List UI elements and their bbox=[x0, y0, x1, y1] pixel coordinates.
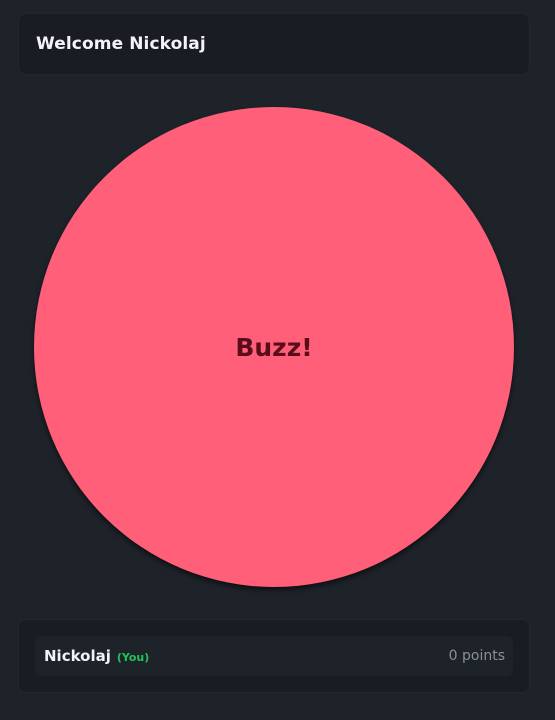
buzz-button-label: Buzz! bbox=[235, 332, 313, 362]
player-row: Nickolaj (You) 0 points bbox=[35, 636, 513, 676]
buzzer-page: Welcome Nickolaj Buzz! Nickolaj (You) 0 … bbox=[0, 0, 555, 720]
welcome-title: Welcome Nickolaj bbox=[36, 34, 206, 54]
buzz-button[interactable]: Buzz! bbox=[34, 107, 514, 587]
you-badge: (You) bbox=[116, 651, 150, 664]
players-card: Nickolaj (You) 0 points bbox=[18, 619, 530, 693]
player-info: Nickolaj (You) bbox=[44, 647, 149, 665]
player-name: Nickolaj bbox=[44, 647, 111, 665]
header-card: Welcome Nickolaj bbox=[18, 13, 530, 75]
player-points: 0 points bbox=[448, 648, 505, 664]
